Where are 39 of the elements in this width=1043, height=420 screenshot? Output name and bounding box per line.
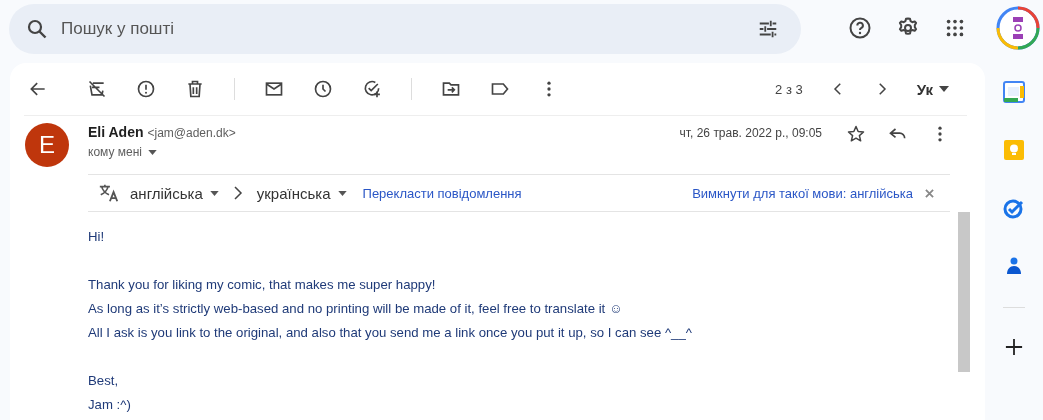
message-date: чт, 26 трав. 2022 р., 09:05 <box>679 126 822 140</box>
message-text-line: All I ask is you link to the original, and also that you send me a link once you put it up, so I can see ^__^ <box>88 324 693 342</box>
clock-icon[interactable] <box>313 79 333 99</box>
caret-icon <box>209 190 219 196</box>
archive-off-icon[interactable] <box>87 79 107 99</box>
source-language-dropdown[interactable]: англійська <box>130 184 219 202</box>
add-task-icon[interactable] <box>362 79 382 99</box>
calendar-icon[interactable] <box>1003 81 1025 103</box>
star-icon[interactable] <box>846 124 866 144</box>
message-text-line: Jam :^) <box>88 396 132 414</box>
sender-email: <jam@aden.dk> <box>147 126 236 140</box>
message-text-line: Best, <box>88 372 120 390</box>
message-text-line: As long as it’s strictly web-based and no printing will be made of it, feel free to translate it ☺ <box>88 300 624 318</box>
caret-icon <box>148 149 157 155</box>
recipient-dropdown[interactable]: кому мені <box>88 145 157 159</box>
add-icon[interactable] <box>1005 338 1023 356</box>
report-spam-icon[interactable] <box>136 79 156 99</box>
translate-icon <box>98 182 120 204</box>
input-tools-button[interactable]: Ук <box>916 80 949 98</box>
trash-icon[interactable] <box>185 79 205 99</box>
sender-avatar: E <box>25 123 69 167</box>
mail-icon[interactable] <box>264 79 284 99</box>
sender-name: Eli Aden <box>88 124 144 140</box>
message-text-line: Thank you for liking my comic, that makes me super happy! <box>88 276 437 294</box>
message-text-line: Hi! <box>88 228 106 246</box>
account-avatar[interactable] <box>996 5 1040 50</box>
search-input[interactable]: Пошук у пошті <box>59 17 747 40</box>
translate-message-link[interactable]: Перекласти повідомлення <box>362 185 522 201</box>
caret-icon <box>939 86 949 92</box>
pager-count: 2 з 3 <box>775 81 803 97</box>
disable-translation-link[interactable]: Вимкнути для такої мови: англійська <box>692 185 913 201</box>
scrollbar-thumb[interactable] <box>958 212 970 372</box>
tasks-icon[interactable] <box>1003 197 1025 219</box>
search-field[interactable]: Пошук у пошті <box>9 3 801 54</box>
caret-icon <box>337 190 347 196</box>
move-to-folder-icon[interactable] <box>441 79 461 99</box>
target-language-dropdown[interactable]: українська <box>256 184 347 202</box>
close-icon[interactable] <box>925 188 934 198</box>
help-icon[interactable] <box>848 15 872 40</box>
